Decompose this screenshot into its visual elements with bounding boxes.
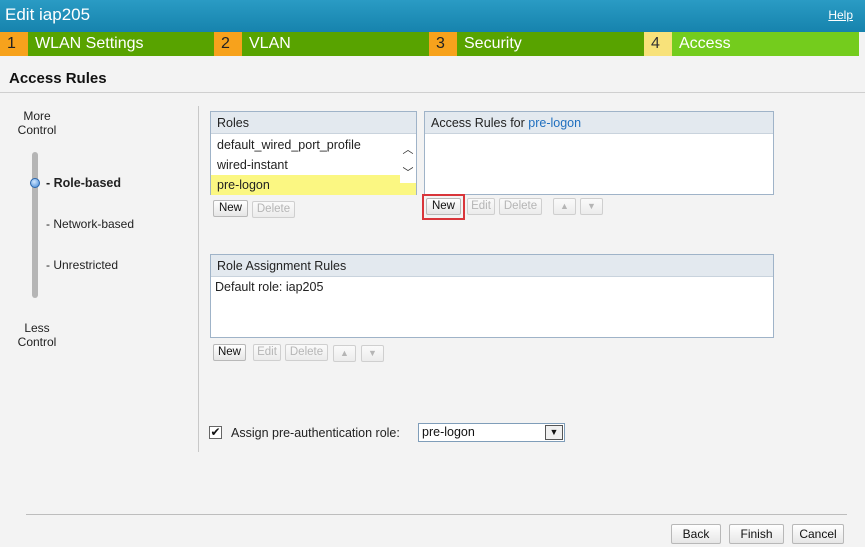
roles-new-button[interactable]: New <box>213 200 248 217</box>
access-rules-delete-button[interactable]: Delete <box>499 198 542 215</box>
control-label: Control <box>17 123 57 137</box>
scroll-down-icon[interactable]: ﹀ <box>402 167 414 179</box>
step-security[interactable]: 3 Security <box>429 32 644 56</box>
role-item-selected[interactable]: pre-logon <box>211 175 416 195</box>
pre-auth-role-select[interactable]: pre-logon ▼ <box>418 423 565 442</box>
access-rules-edit-button[interactable]: Edit <box>467 198 495 215</box>
role-assignment-header: Role Assignment Rules <box>211 255 773 277</box>
section-title: Access Rules <box>9 70 107 87</box>
assignment-edit-button[interactable]: Edit <box>253 344 281 361</box>
roles-scrollbar[interactable]: ︿ ﹀ <box>400 135 416 183</box>
access-rules-role-name: pre-logon <box>528 116 582 130</box>
access-rules-new-button[interactable]: New <box>426 198 461 215</box>
default-role-text: Default role: iap205 <box>215 280 324 294</box>
step-label: WLAN Settings <box>28 32 214 56</box>
help-link[interactable]: Help <box>828 8 853 22</box>
option-network-based[interactable]: - Network-based <box>46 217 134 231</box>
less-control-label: Less Control <box>14 321 60 349</box>
step-label: VLAN <box>242 32 429 56</box>
step-number: 3 <box>429 32 457 56</box>
step-access[interactable]: 4 Access <box>644 32 859 56</box>
roles-delete-button[interactable]: Delete <box>252 201 295 218</box>
more-control-label: More Control <box>14 109 60 137</box>
move-up-icon[interactable]: ▲ <box>553 198 576 215</box>
role-assignment-panel: Role Assignment Rules Default role: iap2… <box>210 254 774 338</box>
option-unrestricted[interactable]: - Unrestricted <box>46 258 118 272</box>
step-number: 2 <box>214 32 242 56</box>
step-number: 4 <box>644 32 672 56</box>
step-label: Security <box>457 32 644 56</box>
access-rules-header: Access Rules for pre-logon <box>425 112 773 134</box>
window-title: Edit iap205 <box>5 5 91 24</box>
step-label: Access <box>672 32 859 56</box>
finish-button[interactable]: Finish <box>729 524 784 544</box>
control-slider-handle[interactable] <box>30 178 40 188</box>
control-label: Control <box>17 335 57 349</box>
access-rules-panel: Access Rules for pre-logon <box>424 111 774 195</box>
vertical-divider <box>198 106 199 452</box>
step-number: 1 <box>0 32 28 56</box>
access-rules-header-prefix: Access Rules for <box>431 116 529 130</box>
assignment-move-down-icon[interactable]: ▼ <box>361 345 384 362</box>
control-slider-track[interactable] <box>32 152 38 298</box>
role-item[interactable]: default_wired_port_profile <box>211 135 399 155</box>
title-bar: Edit iap205 Help <box>0 0 865 32</box>
pre-auth-checkbox[interactable]: ✔ <box>209 426 222 439</box>
less-label: Less <box>24 321 50 335</box>
move-down-icon[interactable]: ▼ <box>580 198 603 215</box>
chevron-down-icon[interactable]: ▼ <box>545 425 563 440</box>
assignment-move-up-icon[interactable]: ▲ <box>333 345 356 362</box>
section-divider <box>0 92 865 93</box>
assignment-delete-button[interactable]: Delete <box>285 344 328 361</box>
pre-auth-role-value: pre-logon <box>422 425 475 439</box>
role-item[interactable]: wired-instant <box>211 155 399 175</box>
roles-panel: Roles default_wired_port_profile wired-i… <box>210 111 417 195</box>
wizard-steps: 1 WLAN Settings 2 VLAN 3 Security 4 Acce… <box>0 32 865 56</box>
more-label: More <box>23 109 51 123</box>
assignment-new-button[interactable]: New <box>213 344 246 361</box>
roles-header: Roles <box>211 112 416 134</box>
pre-auth-label: Assign pre-authentication role: <box>231 426 400 440</box>
footer-divider <box>26 514 847 515</box>
scroll-up-icon[interactable]: ︿ <box>402 144 414 156</box>
option-role-based[interactable]: - Role-based <box>46 176 121 190</box>
back-button[interactable]: Back <box>671 524 721 544</box>
step-wlan-settings[interactable]: 1 WLAN Settings <box>0 32 214 56</box>
roles-list: default_wired_port_profile wired-instant… <box>211 134 416 195</box>
step-vlan[interactable]: 2 VLAN <box>214 32 429 56</box>
cancel-button[interactable]: Cancel <box>792 524 844 544</box>
